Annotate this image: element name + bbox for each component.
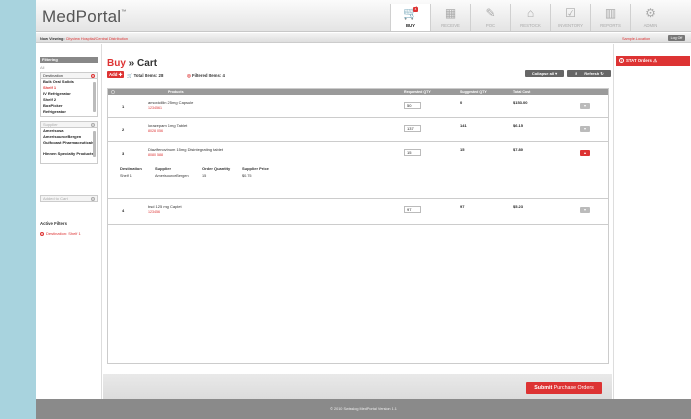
product-id: 8080 588 <box>148 153 163 157</box>
filter-icon: ◎ <box>187 73 191 78</box>
filter-item-refrigerator[interactable]: Refrigerator <box>41 109 97 115</box>
app-window: MedPortal™ 🛒 4 BUY ▦ RECEIVE ✎ POC ⌂ RES… <box>36 0 691 419</box>
destination-list: Bulk Oral Solids Shelf 1 IV Refrigerator… <box>40 79 98 117</box>
logoff-button[interactable]: Log Off <box>668 35 685 41</box>
plus-icon: ✚ <box>118 72 123 77</box>
header: MedPortal™ 🛒 4 BUY ▦ RECEIVE ✎ POC ⌂ RES… <box>36 0 691 32</box>
cart-table: ◯ Products Requested QTY Suggested QTY T… <box>107 88 609 364</box>
table-row[interactable]: 4 bsd 125 mg Caplet 123456 97 97 $5.23 ▾ <box>108 199 608 225</box>
bell-icon: ⚠ <box>653 58 657 63</box>
filter-panel: Filtering All Destination × Bulk Oral So… <box>36 44 102 399</box>
expand-row-button[interactable]: ▾ <box>580 103 590 109</box>
refresh-icon: ↻ <box>600 71 604 76</box>
product-name: amoxicillin 25mg Capsule <box>148 100 194 105</box>
active-filter-destination[interactable]: × Destination: Shelf 1 <box>40 231 81 236</box>
expand-row-button[interactable]: ▾ <box>580 126 590 132</box>
cart-panel: Buy » Cart Add ✚ 🛒 Total Items: 28 ◎ Fil… <box>103 44 612 374</box>
total-items: 🛒 Total Items: 28 <box>127 73 164 78</box>
gear-icon: ⚙ <box>645 6 656 20</box>
stat-panel: ! STAT Orders ⚠ <box>613 44 691 399</box>
nav-buy[interactable]: 🛒 4 BUY <box>390 4 430 31</box>
requested-qty-input[interactable]: 97 <box>404 206 421 213</box>
filter-group-added-to-cart[interactable]: Added to Cart × <box>40 195 98 202</box>
receive-icon: ▦ <box>444 6 457 20</box>
clear-filter-icon[interactable]: × <box>91 123 95 127</box>
alert-icon: ! <box>619 58 624 63</box>
col-products: Products <box>168 90 184 94</box>
select-all-checkbox[interactable]: ◯ <box>111 90 115 94</box>
reports-icon: ▥ <box>604 6 617 20</box>
requested-qty-input[interactable]: 137 <box>404 125 421 132</box>
location-bar: Now Viewing: Cityview Hospital/Central D… <box>36 33 691 43</box>
col-suggested: Suggested QTY <box>460 90 487 94</box>
active-filters-heading: Active Filters <box>40 221 67 226</box>
now-viewing: Now Viewing: Cityview Hospital/Central D… <box>40 37 128 41</box>
row-detail: Destination Supplier Order Quantity Supp… <box>120 166 269 178</box>
table-row[interactable]: 2 lorazepam 1mg Tablet 8028 056 137 141 … <box>108 118 608 142</box>
product-name: Diazifenovinum 15mg Disintegrating table… <box>148 147 223 152</box>
table-row-expanded[interactable]: 3 Diazifenovinum 15mg Disintegrating tab… <box>108 142 608 199</box>
scrollbar[interactable] <box>93 131 96 157</box>
requested-qty-input[interactable]: 15 <box>404 149 421 156</box>
refresh-button[interactable]: Refresh ↻ <box>577 70 611 77</box>
nav-admin[interactable]: ⚙ ADMIN <box>630 4 670 31</box>
filter-group-supplier[interactable]: Supplier × <box>40 121 98 128</box>
main-nav: 🛒 4 BUY ▦ RECEIVE ✎ POC ⌂ RESTOCK ☑ INVE… <box>390 4 670 32</box>
filter-item-hinnen[interactable]: Hinnen Specialty Products <box>41 151 97 162</box>
add-button[interactable]: Add ✚ <box>107 71 124 78</box>
scrollbar[interactable] <box>93 82 96 112</box>
app-logo: MedPortal™ <box>42 7 127 26</box>
restock-icon: ⌂ <box>526 6 535 20</box>
filter-all[interactable]: All <box>40 65 44 70</box>
filtering-heading: Filtering <box>40 57 98 63</box>
clear-filter-icon[interactable]: × <box>91 74 95 78</box>
main-content: Buy » Cart Add ✚ 🛒 Total Items: 28 ◎ Fil… <box>103 44 612 399</box>
collapse-row-button[interactable]: ▴ <box>580 150 590 156</box>
nav-poc[interactable]: ✎ POC <box>470 4 510 31</box>
filter-group-destination[interactable]: Destination × <box>40 72 98 79</box>
submit-purchase-orders-button[interactable]: Submit Purchase Orders <box>526 382 602 394</box>
filtered-items: ◎ Filtered Items: 4 <box>187 73 225 78</box>
location-selector[interactable]: Cityview Hospital/Central Distribution <box>66 37 128 41</box>
col-requested: Requested QTY <box>404 90 431 94</box>
page-title: Buy » Cart <box>107 58 158 69</box>
remove-filter-icon[interactable]: × <box>40 232 44 236</box>
footer: © 2010 Swisslog MedPortal Version 1.1 <box>36 399 691 419</box>
nav-badge: 4 <box>413 7 418 12</box>
col-total-cost: Total Cost <box>513 90 531 94</box>
cart-icon: 🛒 <box>127 73 133 78</box>
stat-orders[interactable]: ! STAT Orders ⚠ <box>616 56 690 66</box>
nav-receive[interactable]: ▦ RECEIVE <box>430 4 470 31</box>
requested-qty-input[interactable]: 50 <box>404 102 421 109</box>
supplier-list: Amerisosa AmerisourceBergen Gulfcoast Ph… <box>40 128 98 164</box>
product-id: 123456 <box>148 210 160 214</box>
nav-reports[interactable]: ▥ REPORTS <box>590 4 630 31</box>
user-link[interactable]: Sample.Location <box>622 37 650 41</box>
product-name: lorazepam 1mg Tablet <box>148 123 188 128</box>
nav-restock[interactable]: ⌂ RESTOCK <box>510 4 550 31</box>
clear-filter-icon[interactable]: × <box>91 197 95 201</box>
collapse-all-button[interactable]: Collapse all ▾ <box>525 70 564 77</box>
product-id: 1234561 <box>148 106 162 110</box>
chevron-down-icon: ▾ <box>555 71 558 76</box>
inventory-icon: ☑ <box>565 6 576 20</box>
table-row[interactable]: 1 amoxicillin 25mg Capsule 1234561 50 0 … <box>108 95 608 118</box>
filter-item-gulfcoast[interactable]: Gulfcoast Pharmaceuticals <box>41 140 97 151</box>
nav-inventory[interactable]: ☑ INVENTORY <box>550 4 590 31</box>
product-name: bsd 125 mg Caplet <box>148 204 182 209</box>
poc-icon: ✎ <box>485 6 496 20</box>
expand-row-button[interactable]: ▾ <box>580 207 590 213</box>
product-id: 8028 056 <box>148 129 163 133</box>
